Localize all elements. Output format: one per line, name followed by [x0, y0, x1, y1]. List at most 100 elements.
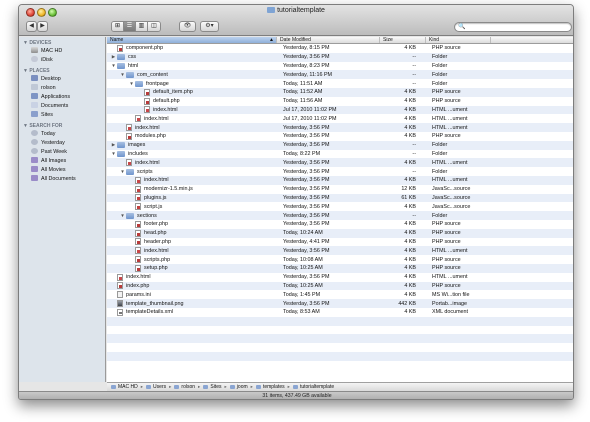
disclosure-open-icon[interactable]: ▼ — [119, 169, 126, 174]
file-row[interactable]: modules.php Yesterday, 3:56 PM 4 KB PHP sou… — [107, 132, 573, 141]
file-kind: PHP source — [432, 256, 461, 263]
path-item[interactable]: rolson — [174, 384, 195, 390]
file-name-cell: index.html — [107, 115, 280, 123]
file-row[interactable]: script.js Yesterday, 3:56 PM 4 KB JavaSc...… — [107, 202, 573, 211]
column-name-header[interactable]: Name ▲ — [107, 37, 277, 43]
disclosure-open-icon[interactable]: ▼ — [110, 151, 117, 156]
disclosure-open-icon[interactable]: ▼ — [119, 213, 126, 218]
file-row[interactable]: ▶ images Yesterday, 3:56 PM -- Folder — [107, 140, 573, 150]
file-kind: Folder — [432, 212, 448, 219]
file-row[interactable]: ▼ includes Today, 8:22 PM -- Folder — [107, 150, 573, 159]
file-row[interactable]: index.html Yesterday, 3:56 PM 4 KB HTML ...… — [107, 246, 573, 256]
file-name-cell: head.php — [107, 229, 280, 237]
sidebar-item-applications[interactable]: Applications — [19, 93, 105, 102]
title-bar[interactable]: tutorialtemplate ◀ ▶ ⊞ ☰ ▥ ◫ 👁 ⚙▾ 🔍 — [19, 5, 573, 36]
action-menu-button[interactable]: ⚙▾ — [200, 21, 219, 32]
file-row[interactable]: default_item.php Today, 11:52 AM 4 KB PHP s… — [107, 87, 573, 97]
sidebar-item-past-week[interactable]: Past Week — [19, 148, 105, 157]
file-row[interactable]: setup.php Today, 10:25 AM 4 KB PHP source — [107, 263, 573, 273]
file-row[interactable]: footer.php Yesterday, 3:56 PM 4 KB PHP sour… — [107, 220, 573, 229]
file-row[interactable]: scripts.php Today, 10:08 AM 4 KB PHP source — [107, 255, 573, 264]
sidebar-item-rolson[interactable]: rolson — [19, 84, 105, 93]
file-row[interactable]: modernizr-1.5.min.js Yesterday, 3:56 PM 12… — [107, 185, 573, 194]
column-kind-header[interactable]: Kind — [426, 37, 491, 43]
file-row[interactable]: default.php Today, 11:56 AM 4 KB PHP source — [107, 97, 573, 106]
file-row[interactable]: ▼ html Yesterday, 8:23 PM -- Folder — [107, 62, 573, 71]
file-date: Jul 17, 2010 11:02 PM — [283, 106, 337, 113]
quick-look-button[interactable]: 👁 — [179, 21, 196, 32]
file-row[interactable]: index.html Yesterday, 3:56 PM 4 KB HTML ...… — [107, 273, 573, 282]
file-row[interactable]: index.html Yesterday, 3:56 PM 4 KB HTML ...… — [107, 123, 573, 132]
sidebar-item-yesterday[interactable]: Yesterday — [19, 139, 105, 148]
disclosure-closed-icon[interactable]: ▶ — [110, 142, 117, 148]
file-row[interactable]: template_thumbnail.png Yesterday, 3:56 PM… — [107, 299, 573, 308]
path-item[interactable]: templates — [255, 384, 285, 390]
file-row[interactable]: ▼ frontpage Today, 11:51 AM -- Folder — [107, 79, 573, 88]
file-row[interactable]: index.html Yesterday, 3:56 PM 4 KB HTML ...… — [107, 175, 573, 185]
folder-icon — [126, 71, 134, 78]
path-item[interactable]: joom — [229, 384, 248, 390]
path-item[interactable]: tutorialtemplate — [292, 384, 334, 390]
file-row[interactable]: ▼ scripts Yesterday, 3:56 PM -- Folder — [107, 167, 573, 176]
disclosure-open-icon[interactable]: ▼ — [128, 81, 135, 86]
php-file-icon — [144, 97, 150, 105]
file-kind: PHP source — [432, 238, 461, 245]
file-name: index.html — [126, 274, 151, 281]
sort-ascending-icon: ▲ — [269, 37, 274, 43]
file-size: 4 KB — [404, 230, 416, 237]
file-row[interactable]: index.html Jul 17, 2010 11:02 PM 4 KB HTML … — [107, 105, 573, 115]
file-row[interactable]: ▼ com_content Yesterday, 11:16 PM -- Folder — [107, 70, 573, 80]
sidebar-item-all-documents[interactable]: All Documents — [19, 175, 105, 184]
file-row[interactable]: header.php Yesterday, 4:41 PM 4 KB PHP sour… — [107, 238, 573, 247]
sidebar-item-sites[interactable]: Sites — [19, 111, 105, 120]
file-date: Today, 11:51 AM — [283, 80, 323, 87]
file-name: images — [128, 142, 146, 149]
file-kind: Folder — [432, 80, 448, 87]
file-name-cell: index.html — [107, 176, 280, 184]
file-row[interactable]: templateDetails.xml Today, 8:53 AM 4 KB XML… — [107, 308, 573, 317]
sidebar-item-mac-hd[interactable]: MAC HD — [19, 47, 105, 56]
file-size: -- — [412, 142, 416, 149]
file-kind: Folder — [432, 142, 448, 149]
file-row[interactable]: index.html Yesterday, 3:56 PM 4 KB HTML ...… — [107, 158, 573, 168]
file-row[interactable]: ▶ css Yesterday, 3:56 PM -- Folder — [107, 52, 573, 62]
search-field[interactable]: 🔍 — [454, 22, 572, 32]
sidebar-item-desktop[interactable]: Desktop — [19, 75, 105, 84]
file-kind: Folder — [432, 168, 448, 175]
disclosure-open-icon[interactable]: ▼ — [110, 63, 117, 68]
html-file-icon — [126, 124, 132, 132]
sidebar-item-documents[interactable]: Documents — [19, 102, 105, 111]
sidebar-item-label: iDisk — [41, 57, 53, 63]
file-name: index.html — [144, 247, 169, 254]
smart-folder-icon — [31, 175, 38, 181]
file-row[interactable]: component.php Yesterday, 8:15 PM 4 KB PHP s… — [107, 44, 573, 53]
sidebar-item-today[interactable]: Today — [19, 130, 105, 139]
file-row[interactable]: index.html Jul 17, 2010 11:02 PM 4 KB HTML … — [107, 114, 573, 123]
column-view-button[interactable]: ▥ — [136, 22, 148, 31]
path-item[interactable]: Sites — [203, 384, 221, 390]
back-button[interactable]: ◀ — [26, 21, 37, 32]
column-date-header[interactable]: Date Modified — [277, 37, 380, 43]
coverflow-view-button[interactable]: ◫ — [148, 22, 160, 31]
path-item[interactable]: MAC HD — [111, 384, 138, 390]
file-row[interactable]: plugins.js Yesterday, 3:56 PM 61 KB JavaSc.… — [107, 193, 573, 203]
file-size: 4 KB — [404, 45, 416, 52]
column-size-header[interactable]: Size — [380, 37, 426, 43]
sidebar-item-label: Sites — [41, 112, 53, 118]
file-row[interactable]: index.php Today, 10:25 AM 4 KB PHP source — [107, 281, 573, 291]
sidebar-item-all-movies[interactable]: All Movies — [19, 166, 105, 175]
file-row[interactable]: head.php Today, 10:24 AM 4 KB PHP source — [107, 228, 573, 238]
file-name-cell: params.ini — [107, 291, 280, 299]
sidebar-item-label: Yesterday — [41, 140, 65, 146]
file-row[interactable]: ▼ sections Yesterday, 3:56 PM -- Folder — [107, 211, 573, 220]
list-view-button[interactable]: ☰ — [124, 22, 136, 31]
forward-button[interactable]: ▶ — [37, 21, 48, 32]
forward-arrow-icon: ▶ — [40, 23, 45, 29]
file-row[interactable]: params.ini Today, 1:45 PM 4 KB MS Wi...tion… — [107, 290, 573, 299]
path-item[interactable]: Users — [146, 384, 166, 390]
sidebar-item-idisk[interactable]: iDisk — [19, 56, 105, 65]
icon-view-button[interactable]: ⊞ — [112, 22, 124, 31]
disclosure-closed-icon[interactable]: ▶ — [110, 54, 117, 60]
disclosure-open-icon[interactable]: ▼ — [119, 72, 126, 77]
sidebar-item-all-images[interactable]: All Images — [19, 157, 105, 166]
